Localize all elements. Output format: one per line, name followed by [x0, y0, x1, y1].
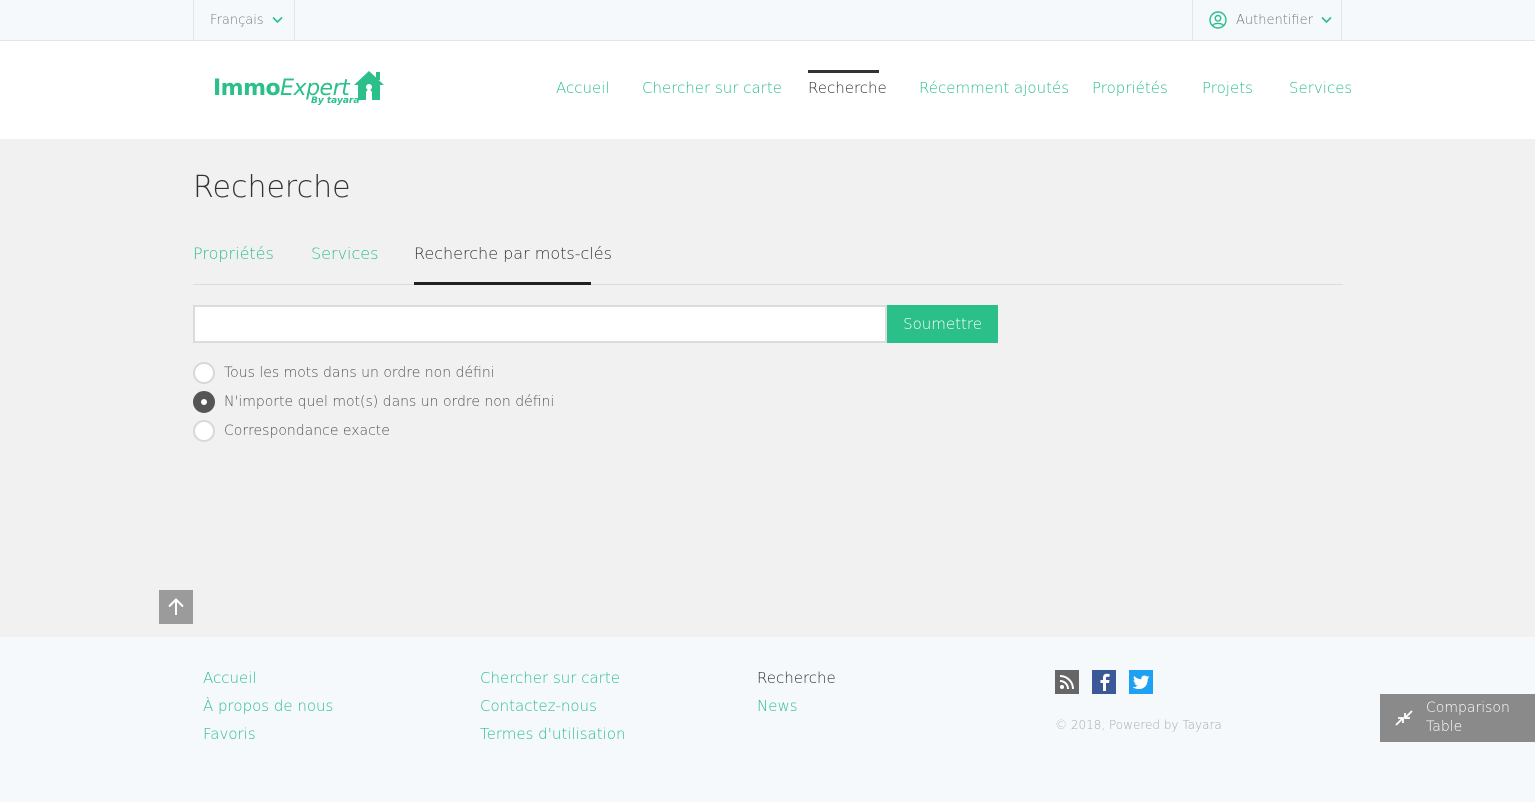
radio-button-checked[interactable] — [193, 390, 215, 413]
option-label: Correspondance exacte — [224, 422, 390, 439]
footer-link-favoris[interactable]: Favoris — [203, 725, 333, 753]
chevron-down-icon — [1321, 16, 1332, 24]
scroll-to-top-button[interactable] — [159, 590, 193, 624]
site-logo[interactable]: Immo Expert By tayara — [213, 68, 387, 110]
logo-immo-text: Immo — [213, 76, 281, 101]
footer-column-1: Accueil À propos de nous Favoris — [203, 669, 333, 753]
option-any-words[interactable]: N'importe quel mot(s) dans un ordre non … — [193, 387, 554, 416]
footer-link-contactez-nous[interactable]: Contactez-nous — [480, 697, 625, 725]
tab-services[interactable]: Services — [311, 244, 378, 263]
nav-services[interactable]: Services — [1289, 79, 1352, 97]
comparison-table-button[interactable]: Comparison Table — [1380, 694, 1535, 742]
arrow-up-icon — [167, 597, 185, 617]
site-footer: Accueil À propos de nous Favoris Cherche… — [0, 637, 1535, 802]
footer-link-chercher-sur-carte[interactable]: Chercher sur carte — [480, 669, 625, 697]
keyword-search-input[interactable] — [193, 305, 887, 343]
option-all-words[interactable]: Tous les mots dans un ordre non défini — [193, 358, 554, 387]
user-icon — [1209, 11, 1227, 29]
radio-button[interactable] — [193, 361, 215, 384]
language-selector[interactable]: Français — [193, 0, 295, 40]
nav-active-indicator — [808, 70, 879, 73]
facebook-icon[interactable] — [1092, 670, 1116, 694]
compare-arrows-icon — [1394, 708, 1414, 728]
chevron-down-icon — [272, 16, 283, 24]
radio-button[interactable] — [193, 419, 215, 442]
top-bar: Français Authentifier — [0, 0, 1535, 41]
logo-by-text: By tayara — [311, 96, 360, 106]
tab-active-indicator — [414, 282, 591, 285]
tab-proprietes[interactable]: Propriétés — [193, 244, 274, 263]
site-header: Immo Expert By tayara Accueil Chercher s… — [0, 41, 1535, 139]
footer-column-3: Recherche News — [757, 669, 836, 725]
nav-chercher-sur-carte[interactable]: Chercher sur carte — [642, 79, 782, 97]
auth-menu[interactable]: Authentifier — [1192, 0, 1342, 40]
nav-recemment-ajoutes[interactable]: Récemment ajoutés — [919, 79, 1069, 97]
copyright-text: © 2018, Powered by Tayara — [1055, 718, 1222, 732]
rss-icon[interactable] — [1055, 670, 1079, 694]
option-exact-match[interactable]: Correspondance exacte — [193, 416, 554, 445]
footer-column-2: Chercher sur carte Contactez-nous Termes… — [480, 669, 625, 753]
social-links — [1055, 670, 1153, 694]
tab-recherche-par-mots-cles[interactable]: Recherche par mots-clés — [414, 244, 612, 263]
nav-recherche[interactable]: Recherche — [808, 79, 887, 97]
footer-link-a-propos[interactable]: À propos de nous — [203, 697, 333, 725]
option-label: N'importe quel mot(s) dans un ordre non … — [224, 393, 555, 410]
twitter-icon[interactable] — [1129, 670, 1153, 694]
search-mode-options: Tous les mots dans un ordre non défini N… — [193, 358, 554, 445]
page-title: Recherche — [193, 170, 351, 205]
submit-button[interactable]: Soumettre — [887, 305, 998, 343]
footer-link-news[interactable]: News — [757, 697, 836, 725]
footer-link-recherche[interactable]: Recherche — [757, 669, 836, 697]
comparison-label: Comparison Table — [1426, 700, 1510, 735]
nav-accueil[interactable]: Accueil — [556, 79, 610, 97]
nav-proprietes[interactable]: Propriétés — [1092, 79, 1168, 97]
option-label: Tous les mots dans un ordre non défini — [224, 364, 495, 381]
auth-label: Authentifier — [1236, 12, 1313, 28]
footer-link-termes[interactable]: Termes d'utilisation — [480, 725, 625, 753]
footer-link-accueil[interactable]: Accueil — [203, 669, 333, 697]
language-label: Français — [210, 12, 264, 28]
search-tabs: Propriétés Services Recherche par mots-c… — [193, 240, 1343, 285]
nav-projets[interactable]: Projets — [1202, 79, 1253, 97]
